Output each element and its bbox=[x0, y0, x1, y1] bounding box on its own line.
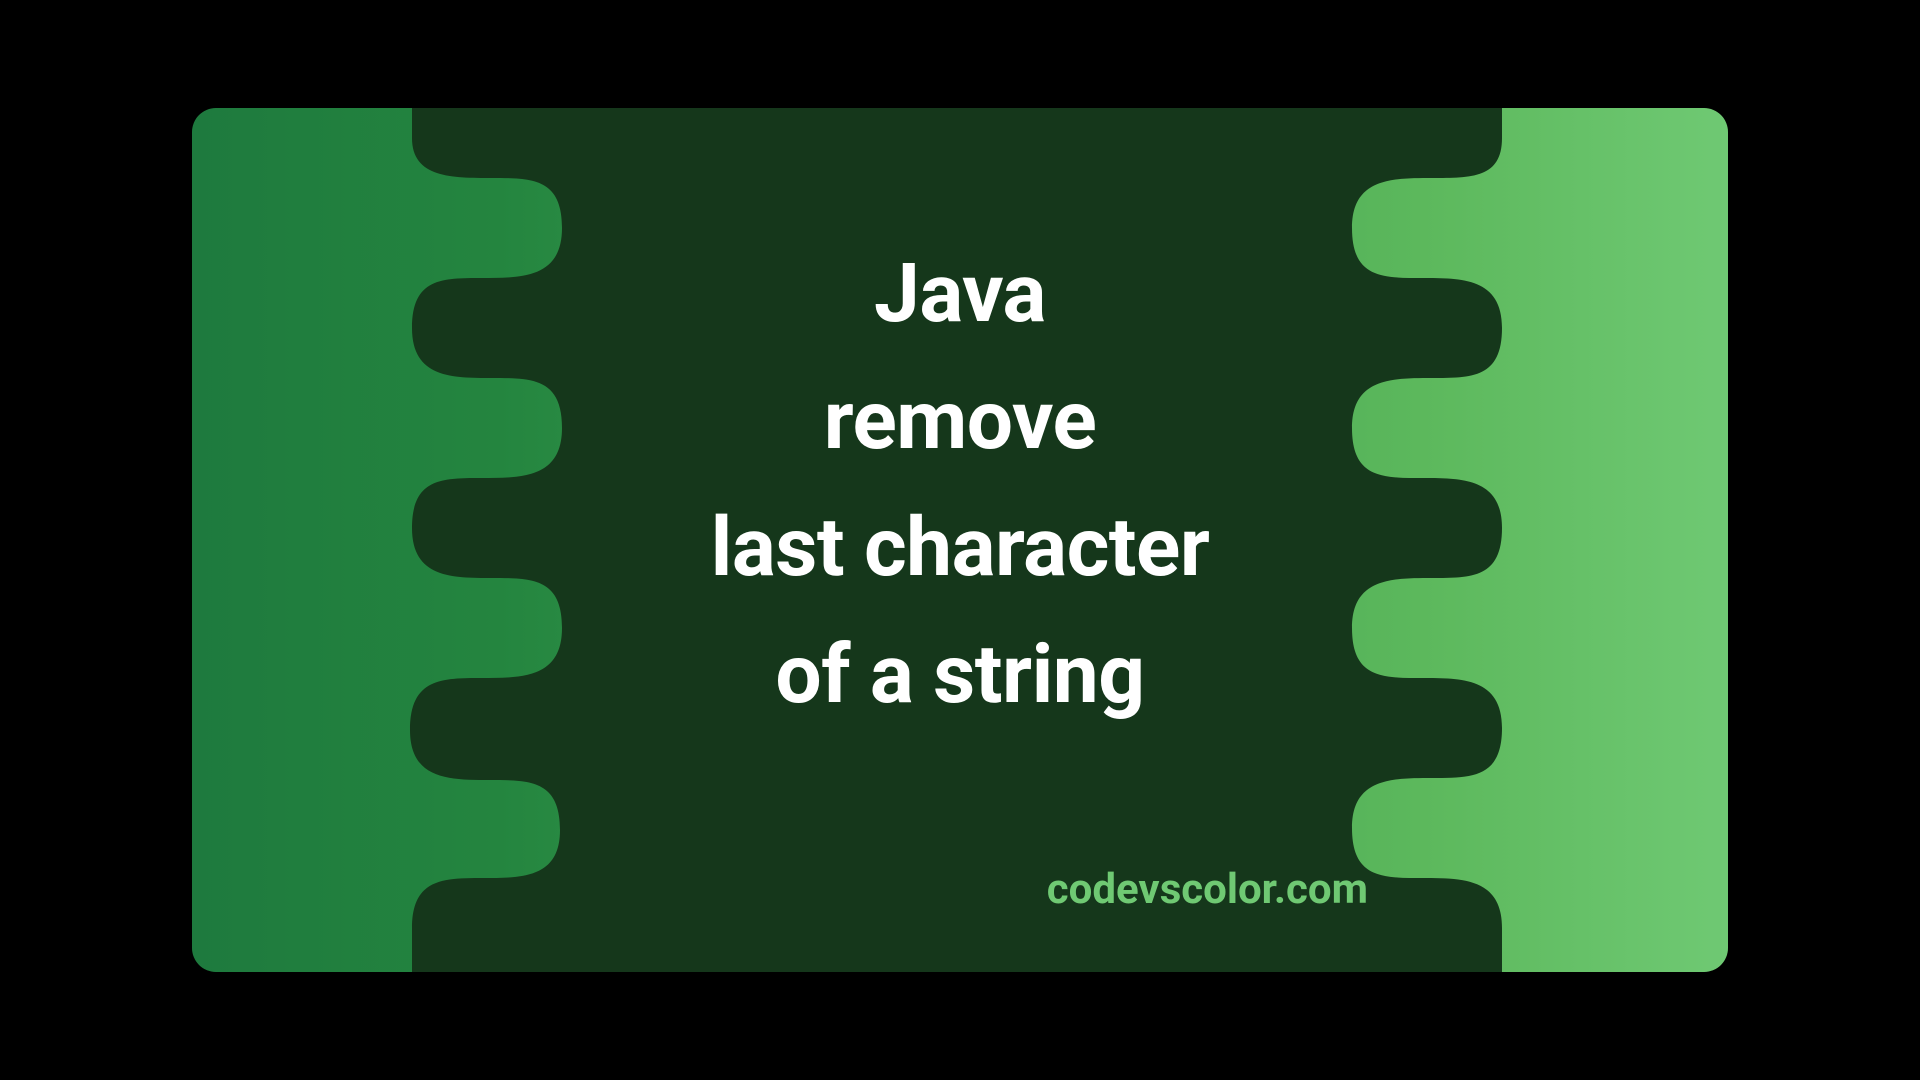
footer-text: codevscolor.com bbox=[1047, 865, 1368, 914]
title-line-2: remove bbox=[824, 358, 1097, 485]
title-line-3: last character bbox=[711, 485, 1210, 612]
title-line-1: Java bbox=[874, 231, 1046, 358]
title-line-4: of a string bbox=[775, 612, 1144, 739]
title-container: Java remove last character of a string bbox=[192, 108, 1728, 972]
feature-card: Java remove last character of a string c… bbox=[192, 108, 1728, 972]
